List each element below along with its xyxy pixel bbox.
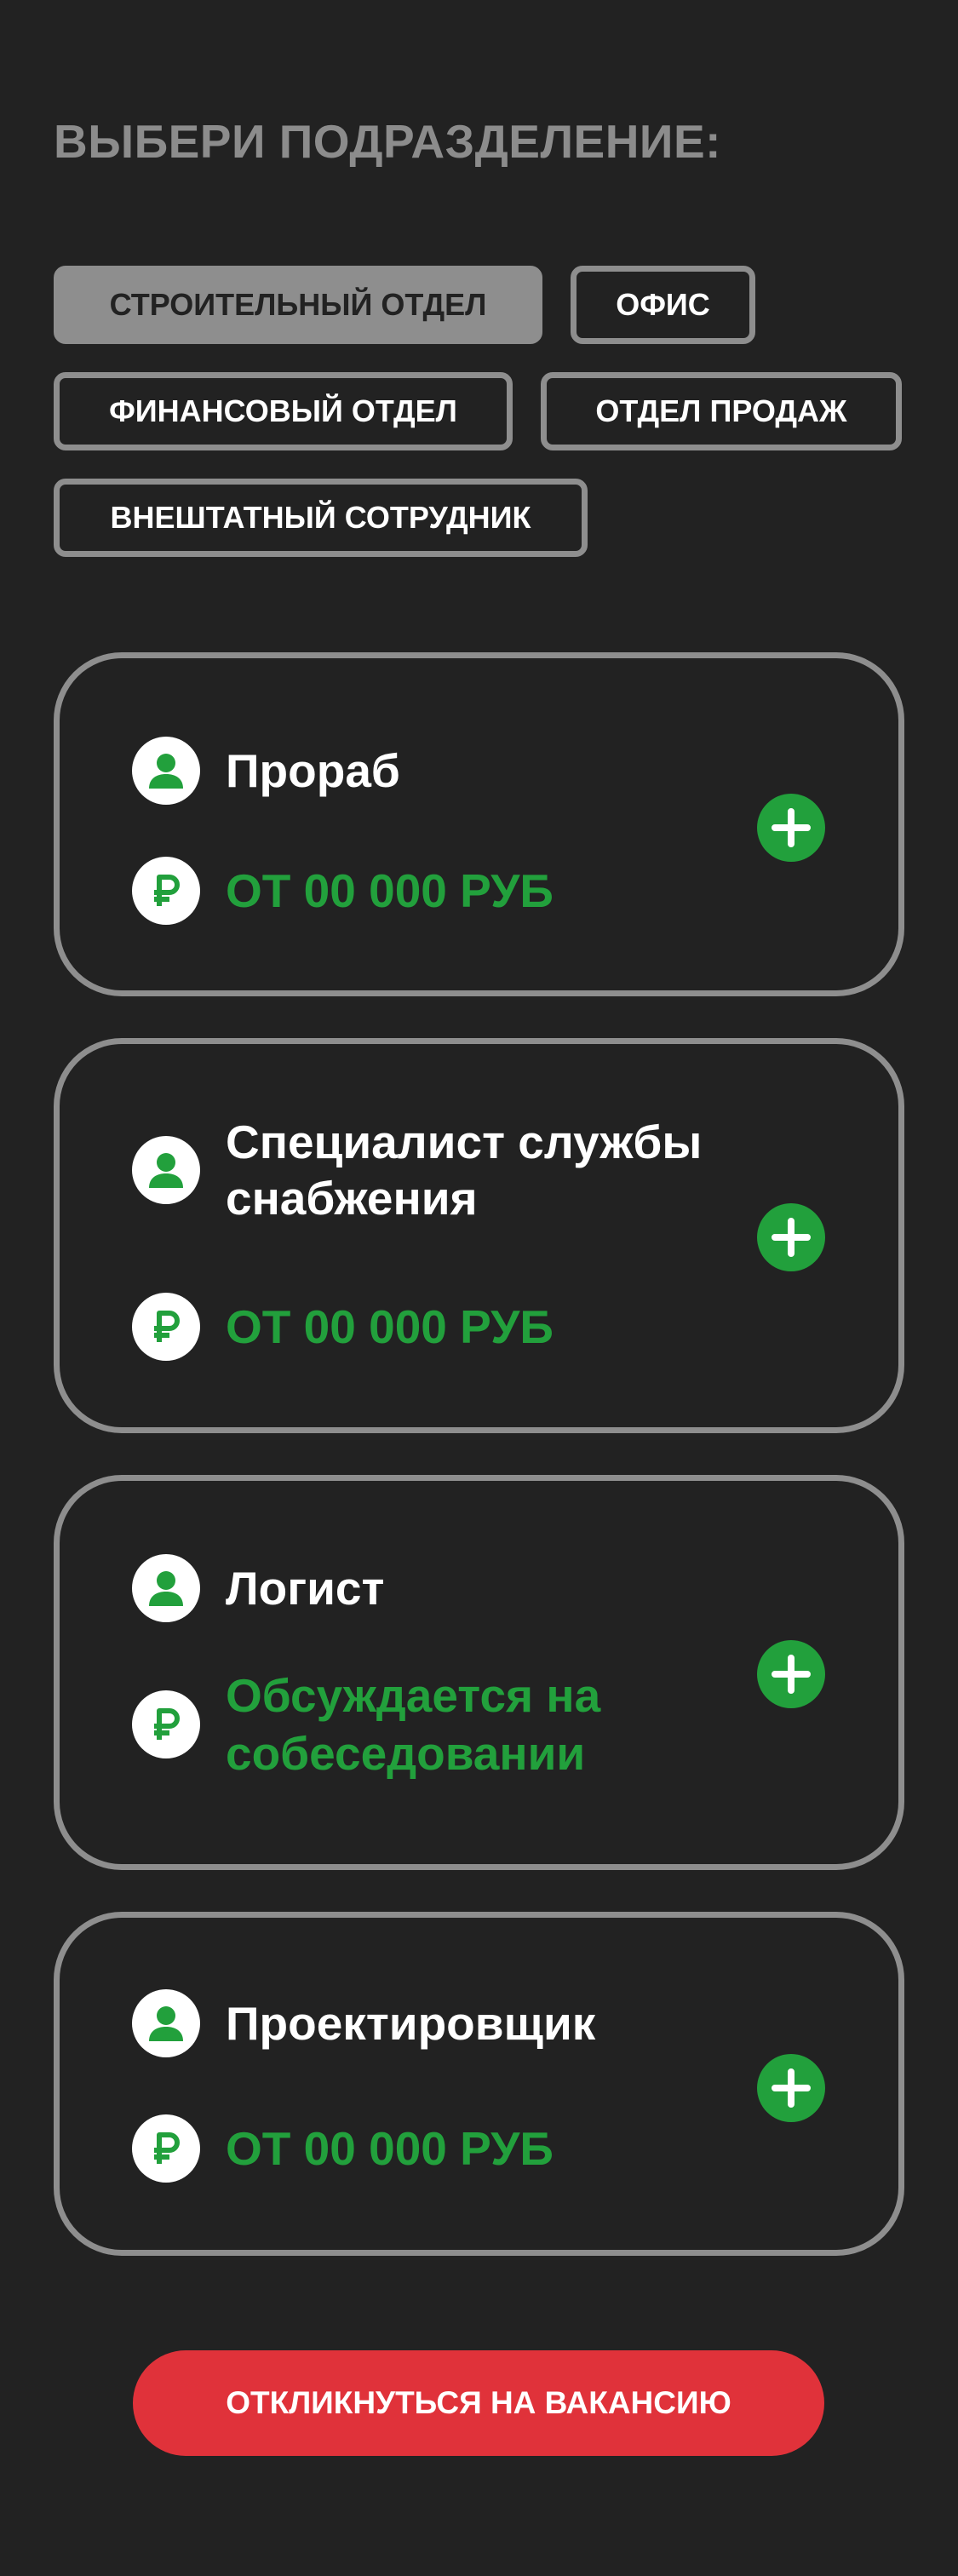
person-icon [132,1554,200,1622]
vacancy-salary-row: ОТ 00 000 РУБ [132,857,554,925]
page-heading: ВЫБЕРИ ПОДРАЗДЕЛЕНИЕ: [54,115,721,168]
person-icon [132,737,200,805]
vacancy-salary: ОТ 00 000 РУБ [226,2122,554,2175]
chip-freelance-employee[interactable]: ВНЕШТАТНЫЙ СОТРУДНИК [54,479,588,557]
chip-finance-department[interactable]: ФИНАНСОВЫЙ ОТДЕЛ [54,372,513,450]
plus-icon [772,2068,811,2108]
plus-icon [772,808,811,847]
apply-vacancy-button[interactable]: ОТКЛИКНУТЬСЯ НА ВАКАНСИЮ [133,2350,824,2456]
vacancy-salary: Обсуждается на собеседовании [226,1669,601,1780]
vacancies-page: ВЫБЕРИ ПОДРАЗДЕЛЕНИЕ: СТРОИТЕЛЬНЫЙ ОТДЕЛ… [0,0,958,2576]
person-icon [132,1989,200,2057]
vacancy-salary: ОТ 00 000 РУБ [226,1300,554,1353]
ruble-icon [132,2114,200,2183]
vacancy-title: Специалист службы снабжения [226,1116,703,1225]
vacancy-title-row: Логист [132,1554,384,1622]
vacancy-title: Прораб [226,744,400,797]
vacancy-title: Проектировщик [226,1997,596,2050]
ruble-icon [132,1293,200,1361]
ruble-icon [132,857,200,925]
chip-office[interactable]: ОФИС [571,266,755,344]
add-vacancy-button[interactable] [757,794,825,862]
vacancy-salary: ОТ 00 000 РУБ [226,864,554,917]
vacancy-title-row: Прораб [132,737,400,805]
vacancy-card: Прораб ОТ 00 000 РУБ [54,652,904,996]
vacancy-card: Проектировщик ОТ 00 000 РУБ [54,1912,904,2256]
plus-icon [772,1655,811,1694]
add-vacancy-button[interactable] [757,1203,825,1271]
vacancy-salary-row: Обсуждается на собеседовании [132,1667,703,1782]
vacancy-card: Логист Обсуждается на собеседовании [54,1475,904,1870]
vacancy-card: Специалист службы снабжения ОТ 00 000 РУ… [54,1038,904,1433]
vacancy-title-row: Проектировщик [132,1989,595,2057]
plus-icon [772,1218,811,1257]
ruble-icon [132,1690,200,1758]
chip-construction-department[interactable]: СТРОИТЕЛЬНЫЙ ОТДЕЛ [54,266,542,344]
add-vacancy-button[interactable] [757,2054,825,2122]
vacancy-title-row: Специалист службы снабжения [132,1114,754,1226]
person-icon [132,1136,200,1204]
vacancy-salary-row: ОТ 00 000 РУБ [132,2114,554,2183]
vacancy-title: Логист [226,1562,385,1615]
vacancy-salary-row: ОТ 00 000 РУБ [132,1293,554,1361]
add-vacancy-button[interactable] [757,1640,825,1708]
chip-sales-department[interactable]: ОТДЕЛ ПРОДАЖ [541,372,902,450]
